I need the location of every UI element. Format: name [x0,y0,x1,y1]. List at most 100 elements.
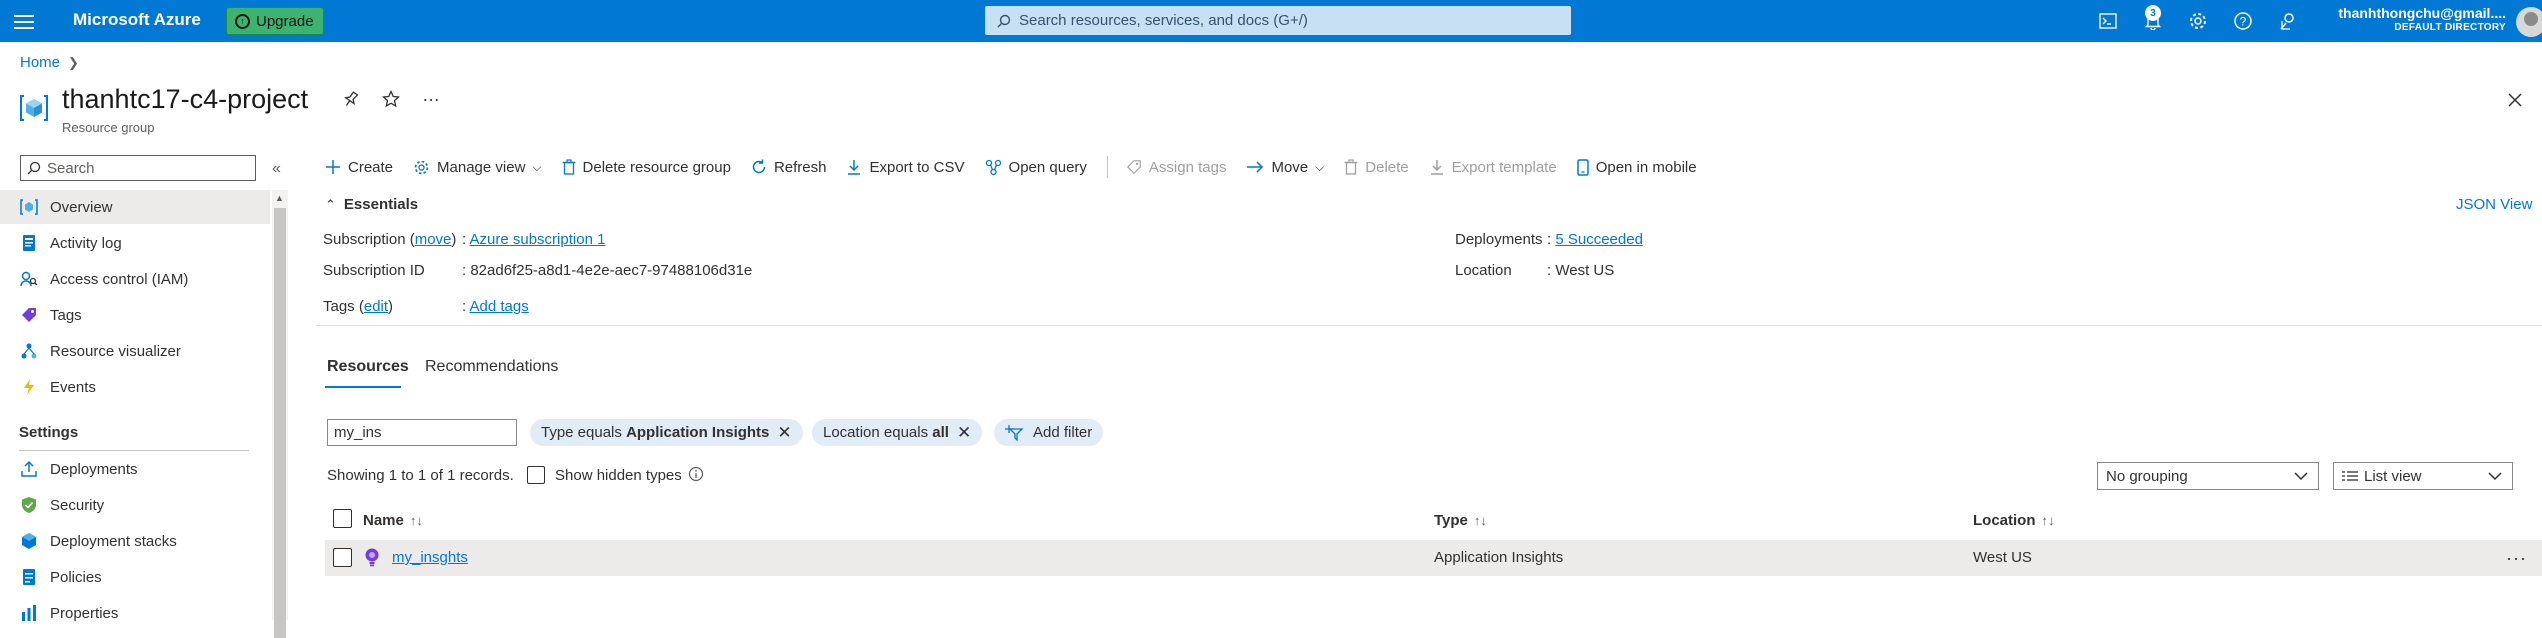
grouping-value: No grouping [2106,467,2188,485]
manage-view-label: Manage view [437,158,526,176]
manage-view-button[interactable]: Manage view ⌵ [413,159,542,176]
delete-resource-group-button[interactable]: Delete resource group [562,159,731,176]
info-icon[interactable] [688,466,704,482]
chevron-up-icon: ⌃ [325,196,336,212]
star-icon[interactable] [382,90,400,108]
portal-brand[interactable]: Microsoft Azure [73,10,201,30]
sidebar-item-events[interactable]: Events [0,370,270,404]
location-filter-prefix: Location equals [823,424,929,441]
sidebar-item-iam[interactable]: Access control (IAM) [0,262,270,296]
column-header-location[interactable]: Location ↑↓ [1973,512,2055,529]
cloud-shell-icon[interactable] [2097,10,2119,32]
more-options-icon[interactable]: … [422,85,441,106]
export-csv-button[interactable]: Export to CSV [846,159,965,176]
sidebar-item-security[interactable]: Security [0,488,270,522]
gear-icon[interactable] [2187,10,2209,32]
properties-icon [20,604,38,622]
column-header-label: Name [363,512,404,529]
sidebar: Search « ▲ Overview Activity log Access … [0,150,290,638]
add-filter-button[interactable]: Add filter [994,419,1104,446]
download-icon [848,160,861,175]
refresh-button[interactable]: Refresh [751,159,826,176]
search-icon [27,161,41,175]
avatar[interactable] [2516,7,2542,37]
breadcrumb-home[interactable]: Home [20,54,60,71]
open-in-mobile-button[interactable]: Open in mobile [1576,158,1697,176]
sidebar-item-deployments[interactable]: Deployments [0,452,270,486]
open-query-button[interactable]: Open query [985,159,1087,176]
tab-active-indicator [325,386,401,388]
remove-filter-icon[interactable]: ✕ [957,423,971,443]
sort-icon[interactable]: ↑↓ [1474,513,1487,528]
chevron-right-icon: ❯ [68,54,79,70]
collapse-sidebar-icon[interactable]: « [272,160,281,178]
user-account[interactable]: thanhthongchu@gmail.... DEFAULT DIRECTOR… [2338,5,2506,33]
view-mode-dropdown[interactable]: List view [2333,462,2513,490]
list-icon [2342,471,2358,481]
tab-recommendations[interactable]: Recommendations [425,358,558,376]
subscription-link[interactable]: Azure subscription 1 [470,231,606,248]
filter-by-name-input[interactable]: my_ins [327,419,517,446]
sidebar-scrollbar[interactable]: ▲ [272,190,288,638]
show-hidden-types-checkbox[interactable] [527,466,545,484]
essentials-toggle[interactable]: ⌃ Essentials [325,196,418,213]
feedback-icon[interactable] [2277,10,2299,32]
plus-icon [326,160,340,174]
sidebar-search-input[interactable]: Search [20,155,256,181]
resource-name-link[interactable]: my_insghts [392,549,468,566]
pin-icon[interactable] [342,90,360,108]
hamburger-menu-icon[interactable] [14,11,34,31]
subscription-move-link[interactable]: move [415,231,452,248]
assign-tags-button[interactable]: Assign tags [1126,159,1226,176]
global-search-placeholder: Search resources, services, and docs (G+… [1019,12,1308,29]
type-filter-pill[interactable]: Type equals Application Insights ✕ [530,419,803,446]
open-in-mobile-label: Open in mobile [1595,158,1697,176]
user-email: thanhthongchu@gmail.... [2338,5,2506,21]
column-header-label: Type [1434,512,1468,529]
iam-icon [20,270,38,288]
column-header-type[interactable]: Type ↑↓ [1434,512,1487,529]
global-search-input[interactable]: Search resources, services, and docs (G+… [985,6,1571,35]
deployments-value-row: : 5 Succeeded [1547,231,1643,248]
toolbar-divider [1106,156,1108,178]
export-template-button[interactable]: Export template [1429,159,1557,176]
close-icon[interactable] [2505,90,2525,110]
sidebar-item-activity-log[interactable]: Activity log [0,226,270,260]
remove-filter-icon[interactable]: ✕ [777,423,791,443]
sidebar-item-deployment-stacks[interactable]: Deployment stacks [0,524,270,558]
sidebar-item-properties[interactable]: Properties [0,596,270,630]
sidebar-item-label: Events [50,378,96,396]
delete-label: Delete [1365,158,1409,176]
type-filter-value: Application Insights [626,424,770,441]
tab-resources[interactable]: Resources [327,358,409,376]
delete-button[interactable]: Delete [1344,158,1409,176]
application-insights-icon [365,548,379,567]
row-checkbox[interactable] [333,548,352,567]
sidebar-scroll-thumb[interactable] [274,208,286,638]
scroll-up-icon[interactable]: ▲ [275,193,284,203]
sidebar-item-overview[interactable]: Overview [0,190,270,224]
sort-icon[interactable]: ↑↓ [2042,513,2055,528]
tags-edit-link[interactable]: edit [364,298,388,315]
help-icon[interactable]: ? [2232,10,2254,32]
deployments-link[interactable]: 5 Succeeded [1555,231,1643,248]
create-button[interactable]: Create [325,159,393,176]
create-label: Create [348,158,394,176]
sidebar-item-resource-visualizer[interactable]: Resource visualizer [0,334,270,368]
sidebar-item-label: Policies [50,568,102,586]
sidebar-item-policies[interactable]: Policies [0,560,270,594]
essentials-label: Essentials [343,196,419,213]
upgrade-button[interactable]: ↑ Upgrade [226,7,324,35]
sort-icon[interactable]: ↑↓ [410,513,423,528]
select-all-checkbox[interactable] [333,509,352,528]
add-tags-link[interactable]: Add tags [470,298,529,315]
location-filter-value: all [932,424,949,441]
json-view-link[interactable]: JSON View [2456,196,2532,213]
move-button[interactable]: Move ⌵ [1246,159,1324,176]
grouping-dropdown[interactable]: No grouping [2097,462,2319,490]
sidebar-item-tags[interactable]: Tags [0,298,270,332]
column-header-name[interactable]: Name ↑↓ [363,512,423,529]
row-more-options-icon[interactable]: ··· [2506,548,2527,569]
location-filter-pill[interactable]: Location equals all ✕ [812,419,983,446]
subscription-value-row: : Azure subscription 1 [462,231,606,248]
